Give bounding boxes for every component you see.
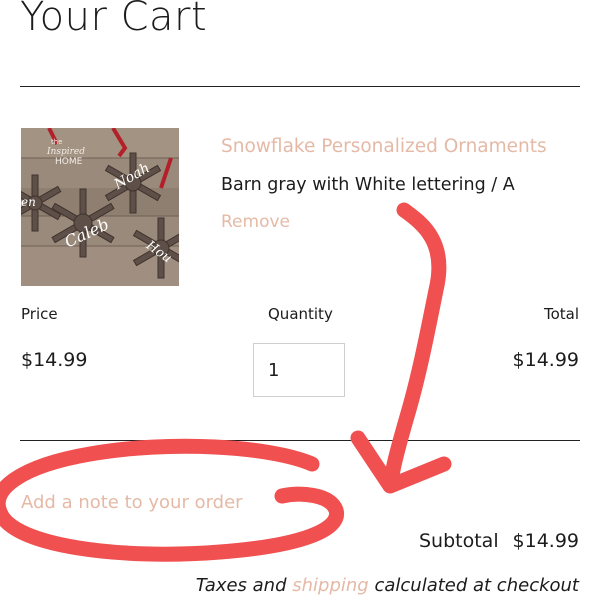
- line-price: $14.99: [21, 349, 88, 371]
- page-title: Your Cart: [20, 0, 208, 40]
- product-name-link[interactable]: Snowflake Personalized Ornaments: [221, 136, 547, 157]
- annotation-arrowhead: [350, 430, 452, 494]
- svg-text:the: the: [51, 138, 63, 146]
- svg-text:Inspired: Inspired: [46, 147, 85, 157]
- cart-page: Your Cart Caleb Noah Hou en the Inspired…: [0, 0, 600, 600]
- subtotal-value: $14.99: [512, 530, 579, 552]
- taxes-suffix: calculated at checkout: [368, 575, 579, 596]
- checkout-note: Taxes and shipping calculated at checkou…: [196, 575, 579, 596]
- taxes-prefix: Taxes and: [195, 575, 293, 596]
- remove-button[interactable]: Remove: [221, 212, 290, 232]
- snowflake-ornaments-photo: Caleb Noah Hou en the Inspired HOME: [21, 128, 179, 286]
- product-variant: Barn gray with White lettering / A: [221, 175, 515, 195]
- add-note-link[interactable]: Add a note to your order: [21, 492, 243, 513]
- svg-text:HOME: HOME: [55, 157, 83, 167]
- svg-text:en: en: [21, 195, 36, 209]
- quantity-input[interactable]: [253, 343, 345, 397]
- price-column-label: Price: [21, 305, 58, 323]
- bottom-divider: [20, 440, 580, 441]
- total-column-label: Total: [543, 305, 579, 323]
- product-image[interactable]: Caleb Noah Hou en the Inspired HOME: [21, 128, 179, 286]
- shipping-link[interactable]: shipping: [292, 575, 368, 596]
- line-total: $14.99: [512, 349, 579, 371]
- top-divider: [20, 86, 580, 87]
- subtotal-label: Subtotal: [419, 530, 499, 552]
- annotation-arrow: [384, 202, 447, 486]
- quantity-column-label: Quantity: [268, 305, 333, 323]
